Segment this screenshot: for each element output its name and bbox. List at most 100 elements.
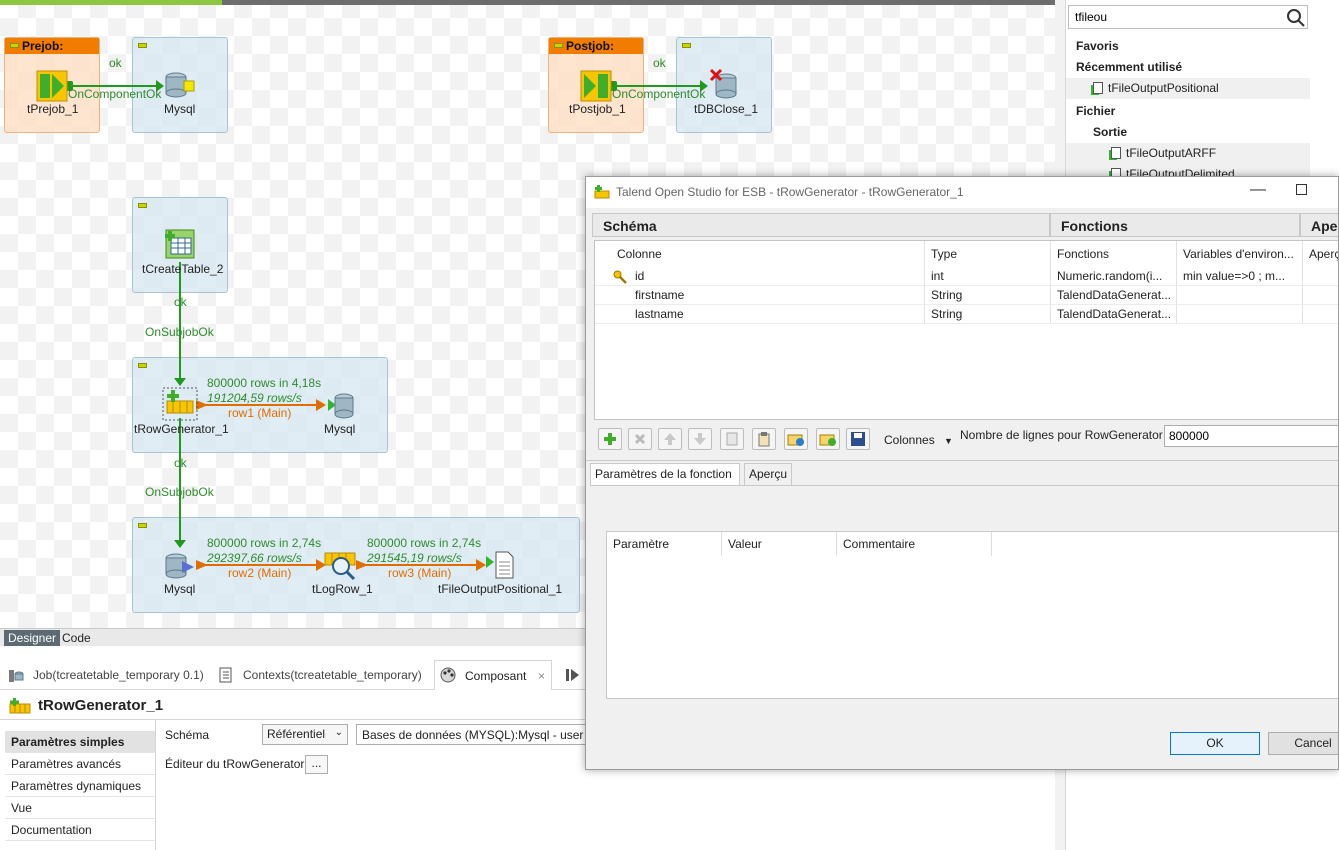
run-view-icon[interactable] (565, 668, 581, 682)
param-col-value: Valeur (722, 532, 837, 556)
schema-cell[interactable]: Numeric.random(i... (1051, 267, 1177, 286)
schema-cell[interactable]: min value=>0 ; m... (1177, 267, 1303, 286)
schema-value-field[interactable]: Bases de données (MYSQL):Mysql - user (356, 724, 586, 745)
log-row-icon[interactable] (324, 550, 356, 582)
subjob-link-ok-2: ok (174, 456, 187, 470)
schema-cell[interactable]: int (925, 267, 1051, 286)
maximize-icon[interactable] (1296, 184, 1307, 195)
schema-column-header[interactable]: Aperçu (1303, 241, 1338, 267)
palette-item[interactable]: Fichier (1066, 101, 1310, 122)
schema-mode-select[interactable]: Référentiel ⌄ (262, 724, 348, 745)
copy-button[interactable] (720, 428, 744, 450)
move-up-button[interactable] (658, 428, 682, 450)
tab-contexts[interactable]: Contexts(tcreatetable_temporary) (243, 660, 422, 690)
row-generator-icon[interactable] (162, 387, 198, 421)
paste-button[interactable] (752, 428, 776, 450)
row2-stat-rate: 292397,66 rows/s (207, 551, 302, 565)
schema-cell[interactable]: TalendDataGenerat... (1051, 305, 1177, 324)
schema-cell[interactable]: TalendDataGenerat... (1051, 286, 1177, 305)
export-schema-button[interactable] (816, 428, 840, 450)
editor-label: Éditeur du tRowGenerator (165, 757, 305, 771)
output-source-label: Mysql (164, 582, 196, 596)
preview-section-header: Aperçu (1300, 213, 1338, 237)
schema-mode-value: Référentiel (267, 727, 326, 741)
row3-stat-rate: 291545,19 rows/s (367, 551, 462, 565)
cancel-button[interactable]: Cancel (1268, 732, 1338, 755)
subjob-link-trigger-1[interactable]: OnSubjobOk (145, 325, 214, 339)
palette-item-label: Sortie (1093, 125, 1128, 139)
minimize-icon[interactable]: — (1250, 181, 1266, 199)
row1-label[interactable]: row1 (Main) (228, 406, 291, 420)
palette-item[interactable]: Favoris (1066, 36, 1310, 57)
palette-item-label: Récemment utilisé (1076, 60, 1183, 74)
postjob-link-trigger[interactable]: OnComponentOk (612, 87, 705, 101)
schema-cell[interactable]: id (595, 267, 925, 286)
tab-code[interactable]: Code (58, 630, 95, 646)
contexts-icon (219, 667, 232, 683)
row2-stat-rows: 800000 rows in 2,74s (207, 536, 322, 550)
file-output-icon[interactable] (484, 550, 516, 580)
tab-job[interactable]: Job(tcreatetable_temporary 0.1) (33, 660, 204, 690)
create-table-icon[interactable] (164, 228, 196, 260)
ok-button[interactable]: OK (1170, 732, 1260, 755)
mysql-db-icon[interactable] (164, 72, 196, 100)
prejob-start-icon[interactable] (36, 70, 68, 102)
tab-preview[interactable]: Aperçu (744, 463, 792, 485)
tab-function-params[interactable]: Paramètres de la fonction (590, 463, 740, 485)
add-row-button[interactable] (598, 428, 622, 450)
param-col-comment: Commentaire (837, 532, 992, 556)
close-icon[interactable]: × (538, 661, 545, 691)
palette-search-input[interactable] (1068, 5, 1308, 29)
tab-designer[interactable]: Designer (4, 630, 61, 646)
import-schema-button[interactable] (784, 428, 808, 450)
schema-cell[interactable]: firstname (595, 286, 925, 305)
palette-item-label: tFileOutputPositional (1108, 81, 1219, 95)
functions-section-header: Fonctions (1050, 213, 1300, 237)
open-editor-button[interactable]: ... (305, 755, 328, 774)
move-down-button[interactable] (688, 428, 712, 450)
remove-row-button[interactable] (628, 428, 652, 450)
schema-table: Colonne Type Fonctions Variables d'environ.… (594, 240, 1338, 420)
subjob-link-ok-1: ok (174, 295, 187, 309)
rows-count-input[interactable] (1164, 425, 1338, 447)
palette-icon (440, 667, 456, 683)
mysql-output-icon[interactable] (326, 392, 356, 420)
dropdown-arrow-icon: ▼ (944, 436, 953, 446)
settings-nav-item[interactable]: Paramètres dynamiques (5, 775, 155, 797)
save-schema-button[interactable] (846, 428, 870, 450)
settings-nav-item[interactable]: Documentation (5, 819, 155, 841)
subjob-link-trigger-2[interactable]: OnSubjobOk (145, 485, 214, 499)
settings-nav-item[interactable]: Vue (5, 797, 155, 819)
app-icon (594, 185, 610, 199)
schema-cell (1303, 305, 1338, 324)
schema-column-header[interactable]: Type (925, 241, 1051, 267)
row-generator-small-icon (9, 698, 31, 714)
schema-column-header[interactable]: Fonctions (1051, 241, 1177, 267)
schema-cell[interactable]: String (925, 305, 1051, 324)
row2-label[interactable]: row2 (Main) (228, 566, 291, 580)
mysql-input-icon[interactable] (164, 552, 196, 580)
schema-column-header[interactable]: Variables d'environ... (1177, 241, 1303, 267)
postjob-target-label: tDBClose_1 (694, 102, 759, 116)
palette-item[interactable]: Sortie (1066, 122, 1310, 143)
nav-divider (155, 720, 156, 850)
component-title: tRowGenerator_1 (38, 697, 164, 714)
schema-cell[interactable] (1177, 286, 1303, 305)
columns-dropdown[interactable]: Colonnes ▼ (884, 433, 953, 447)
row3-label[interactable]: row3 (Main) (388, 566, 451, 580)
schema-section-header: Schéma (592, 213, 1050, 237)
schema-cell[interactable]: lastname (595, 305, 925, 324)
settings-nav-item[interactable]: Paramètres simples (5, 731, 155, 753)
schema-cell[interactable] (1177, 305, 1303, 324)
schema-cell[interactable]: String (925, 286, 1051, 305)
palette-item[interactable]: tFileOutputPositional (1066, 78, 1310, 99)
postjob-link-ok: ok (653, 56, 666, 70)
palette-item[interactable]: tFileOutputARFF (1066, 143, 1310, 164)
settings-nav-item[interactable]: Paramètres avancés (5, 753, 155, 775)
prejob-link-trigger[interactable]: OnComponentOk (68, 87, 161, 101)
schema-column-header[interactable]: Colonne (595, 241, 925, 267)
db-close-icon[interactable] (708, 68, 740, 100)
postjob-start-icon[interactable] (580, 70, 612, 102)
palette-item[interactable]: Récemment utilisé (1066, 57, 1310, 78)
search-icon[interactable] (1286, 8, 1306, 28)
